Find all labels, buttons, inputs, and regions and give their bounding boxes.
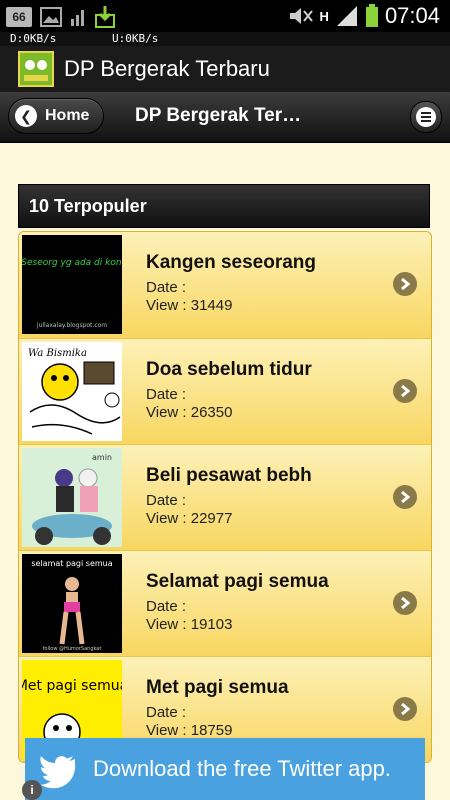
info-icon[interactable]: i bbox=[22, 780, 42, 800]
thumb-caption: Met pagi semua bbox=[22, 678, 122, 694]
chevron-right-icon bbox=[393, 485, 417, 509]
popular-list: Kangen Seseorg yg ada di kontak Bbm jull… bbox=[18, 231, 432, 763]
menu-icon bbox=[416, 107, 436, 127]
item-date: Date : bbox=[146, 279, 187, 296]
status-right: H 07:04 bbox=[288, 3, 440, 29]
list-item[interactable]: amin Beli pesawat bebh Date : View : 229… bbox=[19, 444, 431, 550]
thumb-caption: selamat pagi semua bbox=[31, 559, 112, 568]
item-title: Kangen seseorang bbox=[146, 252, 316, 273]
item-thumbnail: amin bbox=[22, 448, 122, 547]
thumb-footer: follow @HumorSangkat bbox=[43, 646, 102, 652]
item-thumbnail: selamat pagi semua follow @HumorSangkat bbox=[22, 554, 122, 653]
chevron-right-icon bbox=[393, 379, 417, 403]
status-left: 66 bbox=[6, 5, 116, 29]
item-views: View : 22977 bbox=[146, 510, 233, 527]
item-thumbnail: Wa Bismika bbox=[22, 342, 122, 441]
network-type: H bbox=[319, 8, 329, 24]
list-item[interactable]: Kangen Seseorg yg ada di kontak Bbm jull… bbox=[19, 232, 431, 338]
list-item[interactable]: Wa Bismika Doa sebelum tidur Date : View… bbox=[19, 338, 431, 444]
item-title: Doa sebelum tidur bbox=[146, 359, 312, 380]
home-button-label: Home bbox=[45, 107, 90, 124]
signal-bars-icon bbox=[71, 10, 84, 26]
twitter-ad-banner[interactable]: Download the free Twitter app. bbox=[25, 738, 425, 800]
chevron-right-icon bbox=[393, 272, 417, 296]
item-date: Date : bbox=[146, 598, 187, 615]
list-item[interactable]: selamat pagi semua follow @HumorSangkat … bbox=[19, 550, 431, 656]
download-icon bbox=[95, 6, 115, 28]
mute-icon bbox=[289, 8, 313, 24]
notification-badge: 66 bbox=[6, 7, 32, 27]
thumb-caption: Kangen Seseorg yg ada di kontak Bbm bbox=[22, 258, 122, 268]
thumb-caption: amin bbox=[92, 453, 112, 462]
menu-button[interactable] bbox=[410, 101, 442, 133]
page-header: ❮ Home DP Bergerak Terbaru bbox=[0, 92, 450, 143]
home-button[interactable]: ❮ Home bbox=[8, 98, 104, 134]
item-views: View : 18759 bbox=[146, 722, 233, 739]
clock: 07:04 bbox=[384, 3, 440, 28]
banner-text: Download the free Twitter app. bbox=[93, 756, 391, 781]
signal-icon bbox=[336, 6, 357, 26]
thumb-caption: Wa Bismika bbox=[28, 348, 87, 359]
thumb-footer: jullaxalay.blogspot.com bbox=[36, 322, 107, 329]
item-date: Date : bbox=[146, 492, 187, 509]
item-thumbnail: Kangen Seseorg yg ada di kontak Bbm jull… bbox=[22, 235, 122, 334]
item-date: Date : bbox=[146, 386, 187, 403]
item-date: Date : bbox=[146, 704, 187, 721]
chevron-left-icon: ❮ bbox=[15, 105, 37, 127]
app-titlebar: DP Bergerak Terbaru bbox=[0, 46, 450, 92]
twitter-bird-icon bbox=[40, 756, 76, 789]
section-header: 10 Terpopuler bbox=[18, 184, 430, 228]
status-bar: 66 H 07:04 bbox=[0, 0, 450, 32]
download-speed: D:0KB/s bbox=[10, 32, 57, 45]
item-views: View : 19103 bbox=[146, 616, 233, 633]
item-views: View : 31449 bbox=[146, 297, 233, 314]
battery-icon bbox=[365, 4, 378, 27]
upload-speed: U:0KB/s bbox=[112, 32, 159, 45]
app-title: DP Bergerak Terbaru bbox=[64, 56, 270, 81]
item-title: Beli pesawat bebh bbox=[146, 465, 312, 486]
item-title: Selamat pagi semua bbox=[146, 571, 329, 592]
page-title: DP Bergerak Terbaru bbox=[135, 105, 310, 126]
item-title: Met pagi semua bbox=[146, 677, 289, 698]
chevron-right-icon bbox=[393, 697, 417, 721]
speed-indicator: D:0KB/s U:0KB/s bbox=[0, 32, 450, 46]
chevron-right-icon bbox=[393, 591, 417, 615]
app-icon bbox=[18, 51, 54, 87]
item-views: View : 26350 bbox=[146, 404, 233, 421]
image-icon bbox=[40, 7, 62, 27]
